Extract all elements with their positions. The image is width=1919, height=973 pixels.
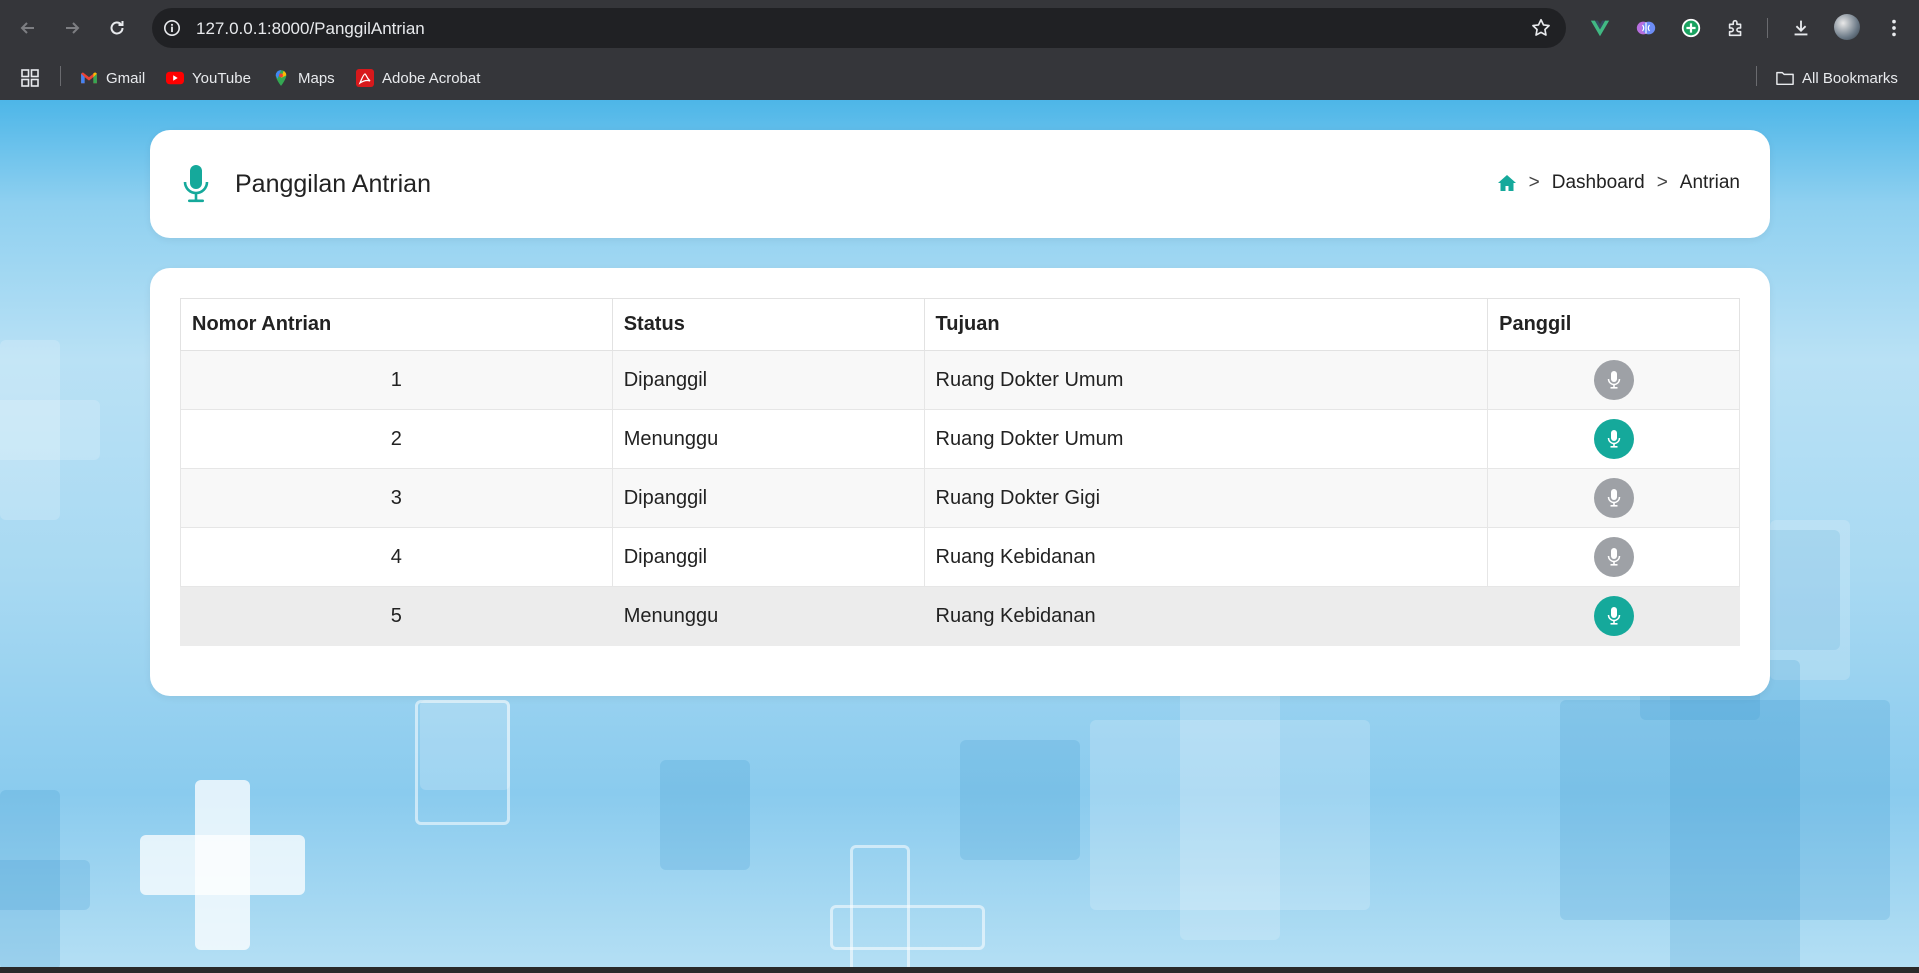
queue-destination: Ruang Dokter Gigi: [923, 468, 1489, 528]
browser-menu-icon[interactable]: [1880, 14, 1908, 42]
microphone-icon: [1607, 548, 1620, 566]
page-title: Panggilan Antrian: [235, 170, 431, 198]
browser-toolbar: 127.0.0.1:8000/PanggilAntrian: [0, 0, 1919, 56]
table-header-row: Nomor Antrian Status Tujuan Panggil: [180, 298, 1740, 351]
acrobat-icon: [356, 69, 374, 87]
queue-number: 1: [180, 350, 613, 410]
background-decoration: [1180, 680, 1280, 940]
reload-button[interactable]: [103, 14, 131, 42]
background-decoration: [0, 860, 90, 910]
queue-status: Dipanggil: [611, 527, 925, 587]
column-header-status: Status: [611, 298, 925, 351]
maps-icon: [272, 69, 290, 87]
queue-destination: Ruang Kebidanan: [923, 586, 1489, 646]
url-text: 127.0.0.1:8000/PanggilAntrian: [196, 19, 425, 38]
microphone-icon: [1607, 430, 1620, 448]
folder-icon: [1776, 69, 1794, 87]
call-button-disabled[interactable]: [1593, 537, 1634, 577]
background-decoration: [140, 835, 305, 895]
queue-destination: Ruang Dokter Umum: [923, 409, 1489, 469]
browser-chrome: 127.0.0.1:8000/PanggilAntrian Gmail YouT…: [0, 0, 1919, 100]
table-row: 5 Menunggu Ruang Kebidanan: [180, 586, 1740, 646]
queue-number: 4: [180, 527, 613, 587]
bookmark-gmail[interactable]: Gmail: [80, 66, 145, 90]
table-row: 2 Menunggu Ruang Dokter Umum: [180, 409, 1740, 469]
address-bar[interactable]: 127.0.0.1:8000/PanggilAntrian: [152, 8, 1566, 48]
profile-avatar[interactable]: [1834, 14, 1860, 40]
call-cell: [1487, 350, 1740, 410]
back-button[interactable]: [14, 14, 42, 42]
bookmarks-bar: Gmail YouTube Maps Adobe Acrobat All Boo…: [0, 56, 1919, 100]
call-cell: [1487, 586, 1740, 646]
background-decoration: [1770, 520, 1850, 680]
queue-table-card: Nomor Antrian Status Tujuan Panggil 1 Di…: [150, 268, 1770, 696]
window-bottom-edge: [0, 967, 1919, 973]
toolbar-divider: [1767, 18, 1768, 38]
queue-number: 2: [180, 409, 613, 469]
bookmark-youtube[interactable]: YouTube: [166, 66, 251, 90]
arrow-right-icon: [66, 22, 80, 34]
background-decoration: [960, 740, 1080, 860]
vue-devtools-extension-icon[interactable]: [1586, 14, 1614, 42]
arrow-left-icon: [20, 22, 34, 34]
column-header-nomor: Nomor Antrian: [180, 298, 613, 351]
microphone-icon: [1607, 607, 1620, 625]
all-bookmarks-button[interactable]: All Bookmarks: [1776, 66, 1898, 90]
breadcrumb-antrian: Antrian: [1679, 172, 1740, 193]
queue-status: Dipanggil: [611, 350, 925, 410]
call-cell: [1487, 409, 1740, 469]
forward-button[interactable]: [58, 14, 86, 42]
site-info-icon[interactable]: [160, 16, 184, 40]
youtube-icon: [166, 69, 184, 87]
table-row: 1 Dipanggil Ruang Dokter Umum: [180, 350, 1740, 410]
bookmark-maps[interactable]: Maps: [272, 66, 335, 90]
breadcrumb-separator: >: [1656, 172, 1668, 193]
download-icon[interactable]: [1787, 14, 1815, 42]
column-header-tujuan: Tujuan: [923, 298, 1489, 351]
page-background: Panggilan Antrian > Dashboard > Antrian …: [0, 100, 1919, 967]
bookmarks-divider: [60, 66, 61, 86]
bookmark-star-icon[interactable]: [1530, 17, 1552, 39]
call-button-disabled[interactable]: [1593, 360, 1634, 400]
queue-number: 3: [180, 468, 613, 528]
reload-icon: [110, 21, 124, 35]
queue-status: Dipanggil: [611, 468, 925, 528]
microphone-icon: [1607, 371, 1620, 389]
background-decoration: [0, 400, 100, 460]
call-button-disabled[interactable]: [1593, 478, 1634, 518]
background-decoration: [830, 905, 985, 950]
table-row: 4 Dipanggil Ruang Kebidanan: [180, 527, 1740, 587]
queue-destination: Ruang Kebidanan: [923, 527, 1489, 587]
bookmark-adobe-acrobat[interactable]: Adobe Acrobat: [356, 66, 480, 90]
apps-grid-icon[interactable]: [20, 66, 40, 90]
home-icon[interactable]: [1497, 173, 1517, 193]
microphone-icon: [1607, 489, 1620, 507]
background-decoration: [660, 760, 750, 870]
call-button[interactable]: [1593, 419, 1634, 459]
breadcrumb: > Dashboard > Antrian: [1497, 172, 1740, 194]
extensions-puzzle-icon[interactable]: [1722, 14, 1750, 42]
queue-status: Menunggu: [611, 586, 925, 646]
queue-number: 5: [180, 586, 613, 646]
brain-extension-icon[interactable]: [1632, 14, 1660, 42]
queue-status: Menunggu: [611, 409, 925, 469]
call-cell: [1487, 527, 1740, 587]
page-header-card: Panggilan Antrian > Dashboard > Antrian: [150, 130, 1770, 238]
breadcrumb-separator: >: [1528, 172, 1540, 193]
bookmarks-divider-right: [1756, 66, 1757, 86]
queue-table: Nomor Antrian Status Tujuan Panggil 1 Di…: [180, 298, 1740, 646]
column-header-panggil: Panggil: [1487, 298, 1740, 351]
background-decoration: [415, 700, 510, 825]
table-row: 3 Dipanggil Ruang Dokter Gigi: [180, 468, 1740, 528]
gmail-icon: [80, 69, 98, 87]
background-decoration: [1670, 660, 1800, 967]
breadcrumb-dashboard[interactable]: Dashboard: [1552, 172, 1645, 194]
call-button[interactable]: [1593, 596, 1634, 636]
queue-destination: Ruang Dokter Umum: [923, 350, 1489, 410]
microphone-icon: [183, 165, 209, 203]
call-cell: [1487, 468, 1740, 528]
add-extension-icon[interactable]: [1677, 14, 1705, 42]
